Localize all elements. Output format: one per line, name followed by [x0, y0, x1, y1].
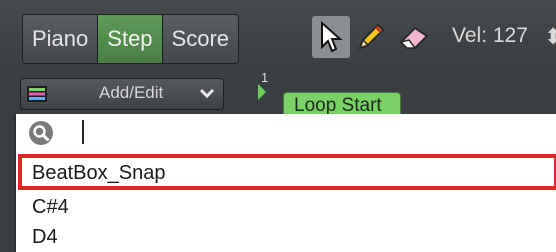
tab-piano[interactable]: Piano — [23, 15, 99, 63]
search-icon — [29, 121, 53, 145]
edit-mode-dropdown[interactable]: Add/Edit — [20, 78, 224, 110]
eraser-tool-button[interactable] — [396, 16, 434, 58]
main-toolbar: Piano Step Score Vel: 127 ⬍ — [0, 0, 556, 66]
velocity-stepper[interactable]: ⬍ — [544, 24, 556, 50]
list-item[interactable]: BeatBox_Snap — [32, 162, 165, 185]
text-caret — [82, 120, 84, 144]
search-row — [16, 114, 556, 152]
tab-step[interactable]: Step — [98, 15, 163, 63]
edit-mode-label: Add/Edit — [99, 83, 164, 102]
chevron-down-icon — [199, 88, 215, 99]
note-dropdown-panel: BeatBox_Snap C#4 D4 — [14, 114, 556, 252]
search-input[interactable] — [76, 118, 540, 148]
tab-score[interactable]: Score — [162, 15, 239, 63]
eraser-icon — [399, 26, 429, 49]
view-tab-group: Piano Step Score — [22, 14, 240, 64]
velocity-label: Vel: 127 — [452, 24, 528, 47]
lanes-icon — [27, 86, 47, 102]
secondary-toolbar: Add/Edit 1 Loop Start — [0, 66, 556, 118]
list-item[interactable]: C#4 — [32, 196, 69, 219]
pencil-icon — [358, 23, 385, 50]
ruler-bar-number: 1 — [261, 70, 269, 85]
loop-start-marker[interactable] — [258, 84, 266, 100]
list-item[interactable]: D4 — [32, 226, 58, 249]
pointer-tool-button[interactable] — [312, 16, 350, 58]
pencil-tool-button[interactable] — [352, 16, 390, 58]
arrow-pointer-icon — [321, 21, 343, 53]
